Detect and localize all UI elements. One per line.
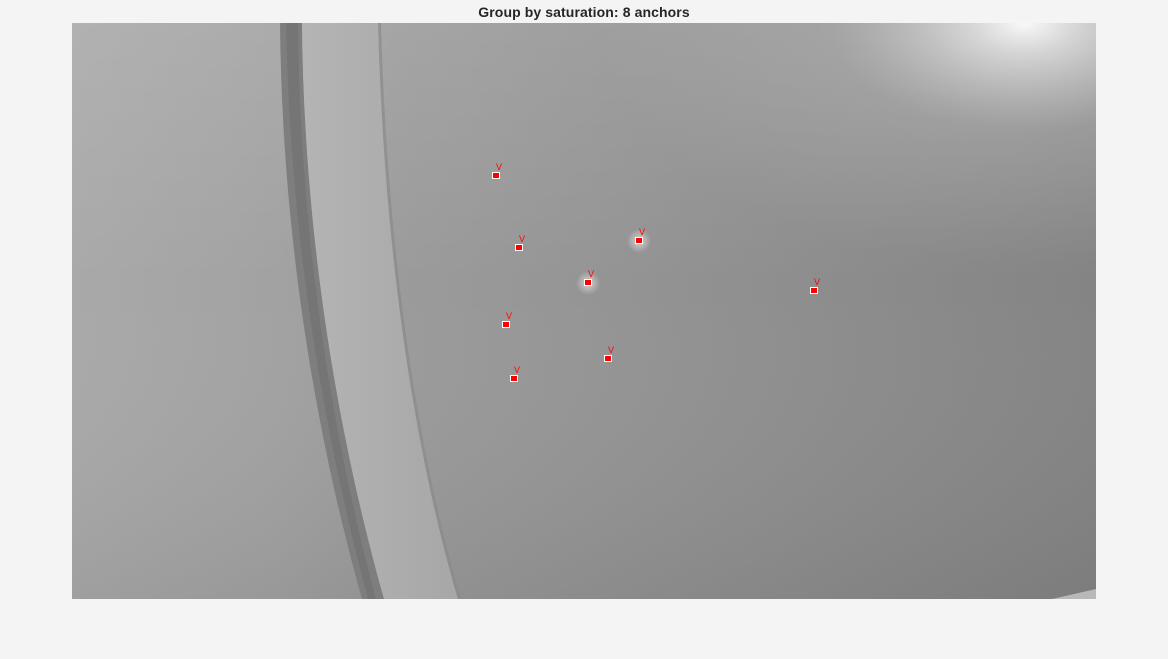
anchor-box [492, 172, 500, 179]
anchor-label: V [519, 234, 525, 244]
anchor-box [635, 237, 643, 244]
anchor-box [515, 244, 523, 251]
grayscale-image: V V V V V V V V [72, 23, 1096, 599]
anchor-label: V [514, 365, 520, 375]
anchor-box [584, 279, 592, 286]
anchor-label: V [496, 162, 502, 172]
anchor-label: V [506, 311, 512, 321]
anchor-label: V [588, 269, 594, 279]
anchor-label: V [608, 345, 614, 355]
grayscale-image-axes: V V V V V V V V [72, 23, 1096, 599]
figure-title: Group by saturation: 8 anchors [478, 4, 690, 20]
anchor-label: V [814, 277, 820, 287]
anchor-box [502, 321, 510, 328]
anchor-box [604, 355, 612, 362]
anchor-box [510, 375, 518, 382]
anchor-box [810, 287, 818, 294]
anchor-label: V [639, 227, 645, 237]
